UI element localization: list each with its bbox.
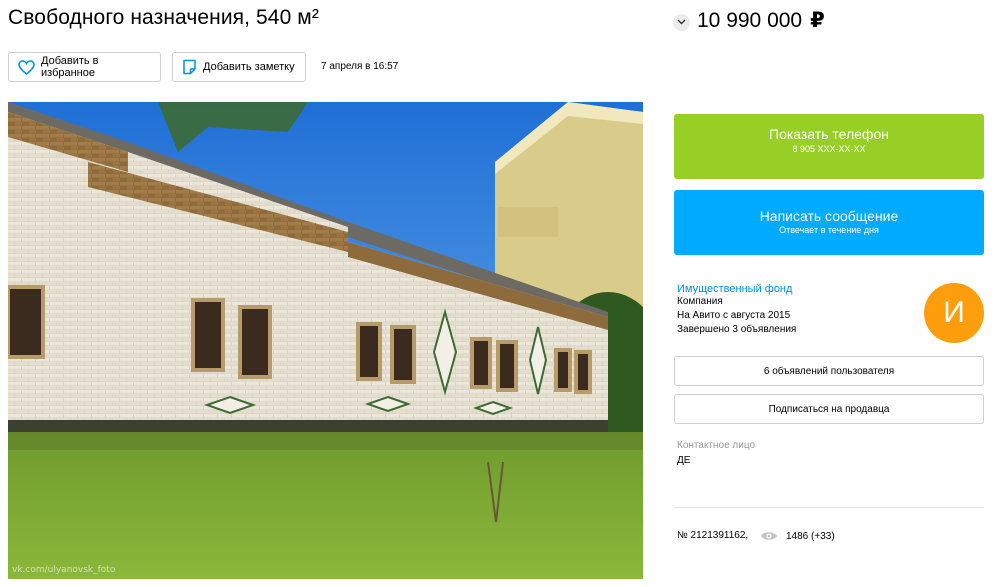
avatar[interactable]: И [924, 283, 984, 343]
add-note-label: Добавить заметку [203, 61, 295, 73]
subscribe-seller-button[interactable]: Подписаться на продавца [674, 394, 984, 424]
add-note-button[interactable]: Добавить заметку [172, 52, 306, 82]
write-message-button[interactable]: Написать сообщение Отвечает в течение дн… [674, 190, 984, 255]
price-value: 10 990 000 [697, 8, 803, 32]
note-icon [182, 59, 197, 75]
seller-type: Компания [677, 296, 723, 307]
listing-date: 7 апреля в 16:57 [321, 61, 399, 72]
views-count: 1486 (+33) [786, 530, 835, 542]
seller-name-link[interactable]: Имущественный фонд [677, 283, 792, 295]
contact-person-value: ДЕ [677, 455, 691, 466]
photo-watermark: vk.com/ulyanovsk_foto [12, 565, 116, 575]
heart-icon [18, 59, 35, 75]
ad-number: № 2121391162, [677, 530, 749, 541]
eye-icon [760, 530, 778, 542]
add-to-favorites-label: Добавить в избранное [41, 55, 99, 79]
listing-title: Свободного назначения, 540 м² [8, 6, 319, 29]
listing-photo[interactable]: vk.com/ulyanovsk_foto [8, 102, 643, 579]
divider [674, 507, 984, 508]
seller-since: На Авито с августа 2015 [677, 310, 791, 321]
currency-symbol: ₽ [810, 9, 825, 32]
contact-person-label: Контактное лицо [677, 440, 756, 451]
show-phone-label: Показать телефон [769, 126, 889, 142]
views-counter: 1486 (+33) [760, 530, 835, 542]
seller-completed: Завершено 3 объявления [677, 324, 797, 335]
response-time: Отвечает в течение дня [779, 225, 879, 235]
user-ads-button[interactable]: 6 объявлений пользователя [674, 356, 984, 386]
price-block: 10 990 000 ₽ [673, 8, 825, 33]
show-phone-button[interactable]: Показать телефон 8 905 XXX-XX-XX [674, 114, 984, 179]
write-message-label: Написать сообщение [759, 208, 899, 224]
chevron-down-icon[interactable] [673, 13, 690, 31]
masked-phone: 8 905 XXX-XX-XX [792, 144, 866, 154]
add-to-favorites-button[interactable]: Добавить в избранное [8, 52, 161, 82]
